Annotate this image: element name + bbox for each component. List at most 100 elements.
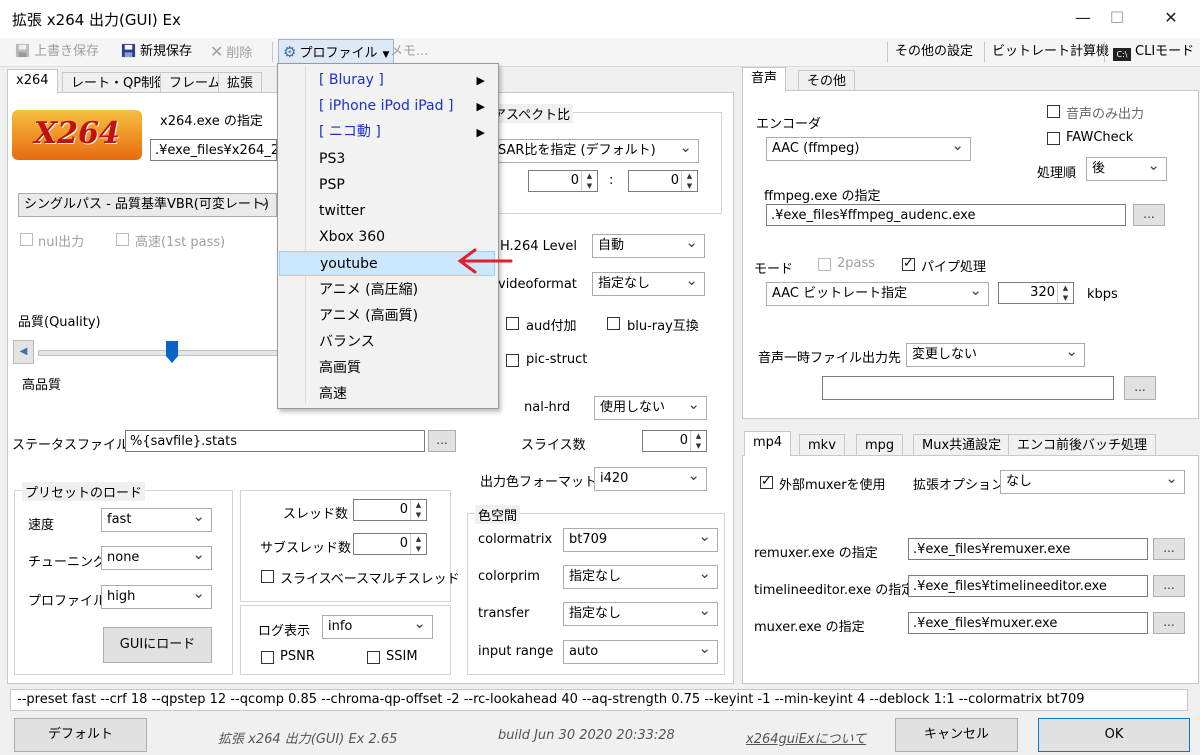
audio-temp-path-input[interactable]: [822, 376, 1114, 400]
profile-menu-item-高画質[interactable]: 高画質: [279, 356, 495, 381]
spin-down-icon[interactable]: ▼: [410, 544, 426, 554]
slice-multithread-checkbox[interactable]: [261, 570, 274, 583]
spin-up-icon[interactable]: ▲: [581, 171, 597, 181]
videoformat-select[interactable]: 指定なし: [592, 272, 705, 296]
fawcheck-checkbox[interactable]: [1047, 132, 1060, 145]
spin-down-icon[interactable]: ▼: [410, 510, 426, 520]
about-link[interactable]: x264guiExについて: [746, 728, 866, 747]
spin-down-icon[interactable]: ▼: [1057, 293, 1073, 303]
spin-up-icon[interactable]: ▲: [1057, 283, 1073, 293]
audio-mode-select[interactable]: AAC ビットレート指定: [766, 282, 989, 306]
ffmpeg-browse-button[interactable]: ...: [1133, 204, 1165, 226]
load-to-gui-button[interactable]: GUIにロード: [103, 627, 212, 663]
audio-only-checkbox[interactable]: [1047, 105, 1060, 118]
spin-down-icon[interactable]: ▼: [690, 441, 706, 451]
log-level-select[interactable]: info: [322, 615, 433, 639]
audio-temp-browse-button[interactable]: ...: [1124, 376, 1156, 400]
default-button[interactable]: デフォルト: [14, 718, 147, 752]
cli-mode-button[interactable]: C:\ CLIモード: [1113, 42, 1194, 62]
x264-exe-path-input[interactable]: .¥exe_files¥x264_2: [150, 139, 277, 161]
audio-encoder-select[interactable]: AAC (ffmpeg): [766, 137, 971, 161]
profile-menu-item-bluray[interactable]: [ Bluray ] ▶: [279, 68, 495, 93]
quality-slider-thumb[interactable]: [165, 341, 178, 363]
profile-menu-button[interactable]: ⚙ プロファイル ▼: [278, 39, 395, 65]
profile-menu-item-iphone-ipod-ipad[interactable]: [ iPhone iPod iPad ] ▶: [279, 94, 495, 119]
slices-spinner[interactable]: 0 ▲ ▼: [642, 430, 707, 452]
fast-first-pass-checkbox[interactable]: [116, 233, 129, 246]
profile-menu-item-アニメ-高画質[interactable]: アニメ (高画質): [279, 304, 495, 329]
tab-batch-process[interactable]: エンコ前後バッチ処理: [1008, 434, 1157, 456]
slider-left-arrow[interactable]: ◀: [13, 340, 34, 364]
spin-down-icon[interactable]: ▼: [681, 181, 697, 191]
stats-browse-button[interactable]: ...: [428, 430, 456, 452]
audio-temp-select[interactable]: 変更しない: [906, 343, 1085, 367]
tab-extension[interactable]: 拡張: [218, 72, 263, 94]
use-external-muxer-checkbox[interactable]: [760, 474, 773, 489]
tab-mpg[interactable]: mpg: [856, 434, 904, 456]
close-button[interactable]: ✕: [1148, 0, 1194, 38]
tab-audio[interactable]: 音声: [742, 67, 787, 92]
bitrate-calculator-button[interactable]: ビットレート計算機: [992, 42, 1109, 62]
spin-up-icon[interactable]: ▲: [410, 500, 426, 510]
timelineeditor-path-input[interactable]: .¥exe_files¥timelineeditor.exe: [908, 575, 1148, 597]
tuning-select[interactable]: none: [101, 546, 212, 570]
other-settings-button[interactable]: その他の設定: [895, 42, 973, 62]
stats-file-input[interactable]: %{savfile}.stats: [125, 430, 425, 452]
overwrite-save-button[interactable]: 上書き保存: [14, 42, 99, 62]
timelineeditor-browse-button[interactable]: ...: [1153, 575, 1185, 597]
remuxer-path-input[interactable]: .¥exe_files¥remuxer.exe: [908, 538, 1148, 560]
ffmpeg-exe-path-input[interactable]: .¥exe_files¥ffmpeg_audenc.exe: [766, 204, 1126, 226]
profile-menu-item-高速[interactable]: 高速: [279, 382, 495, 407]
profile-menu-item-ps3[interactable]: PS3: [279, 147, 495, 172]
muxer-path-input[interactable]: .¥exe_files¥muxer.exe: [908, 612, 1148, 634]
sar-y-spinner[interactable]: 0 ▲ ▼: [628, 170, 698, 192]
cancel-button[interactable]: キャンセル: [895, 718, 1018, 752]
spin-up-icon[interactable]: ▲: [690, 431, 706, 441]
tab-mux-common[interactable]: Mux共通設定: [913, 434, 1011, 456]
quality-slider-track[interactable]: [38, 350, 279, 356]
ok-button[interactable]: OK: [1038, 718, 1190, 752]
spin-down-icon[interactable]: ▼: [581, 181, 597, 191]
delete-button[interactable]: ✕ 削除: [210, 42, 252, 62]
sar-x-spinner[interactable]: 0 ▲ ▼: [528, 170, 598, 192]
memo-button[interactable]: メモ...: [390, 42, 428, 62]
new-save-button[interactable]: 新規保存: [120, 42, 192, 62]
tab-mkv[interactable]: mkv: [799, 434, 845, 456]
subthreads-spinner[interactable]: 0 ▲ ▼: [353, 533, 427, 555]
ext-option-select[interactable]: なし: [1000, 470, 1185, 494]
encode-mode-select[interactable]: シングルパス - 品質基準VBR(可変レート): [18, 193, 277, 217]
spin-up-icon[interactable]: ▲: [681, 171, 697, 181]
nal-hrd-select[interactable]: 使用しない: [594, 396, 707, 420]
output-color-format-select[interactable]: i420: [594, 467, 707, 491]
bitrate-spinner[interactable]: 320 ▲ ▼: [998, 282, 1074, 304]
remuxer-browse-button[interactable]: ...: [1153, 538, 1185, 560]
colorprim-select[interactable]: 指定なし: [563, 565, 718, 589]
profile-menu-item-アニメ-高圧縮[interactable]: アニメ (高圧縮): [279, 278, 495, 303]
psnr-checkbox[interactable]: [261, 651, 274, 664]
maximize-button[interactable]: ☐: [1094, 0, 1140, 38]
nul-output-checkbox[interactable]: [20, 233, 33, 246]
tab-other[interactable]: その他: [798, 70, 856, 92]
aspect-ratio-select[interactable]: SAR比を指定 (デフォルト): [492, 139, 699, 163]
muxer-browse-button[interactable]: ...: [1153, 612, 1185, 634]
aud-checkbox[interactable]: [506, 317, 519, 330]
bluray-compat-checkbox[interactable]: [607, 317, 620, 330]
profile-menu-item-twitter[interactable]: twitter: [279, 199, 495, 224]
tab-rate-qp[interactable]: レート・QP制御: [62, 72, 177, 94]
profile-menu-item-psp[interactable]: PSP: [279, 173, 495, 198]
profile-menu-item-バランス[interactable]: バランス: [279, 330, 495, 355]
colormatrix-select[interactable]: bt709: [563, 528, 718, 552]
profile-select[interactable]: high: [101, 585, 212, 609]
twopass-checkbox[interactable]: [818, 258, 831, 271]
pipe-process-checkbox[interactable]: [902, 256, 915, 271]
h264-level-select[interactable]: 自動: [592, 234, 705, 258]
ssim-checkbox[interactable]: [367, 651, 380, 664]
tab-mp4[interactable]: mp4: [744, 431, 792, 456]
tab-x264[interactable]: x264: [7, 69, 58, 94]
input-range-select[interactable]: auto: [563, 640, 718, 664]
pic-struct-checkbox[interactable]: [506, 354, 519, 367]
speed-select[interactable]: fast: [101, 508, 212, 532]
spin-up-icon[interactable]: ▲: [410, 534, 426, 544]
transfer-select[interactable]: 指定なし: [563, 602, 718, 626]
threads-spinner[interactable]: 0 ▲ ▼: [353, 499, 427, 521]
